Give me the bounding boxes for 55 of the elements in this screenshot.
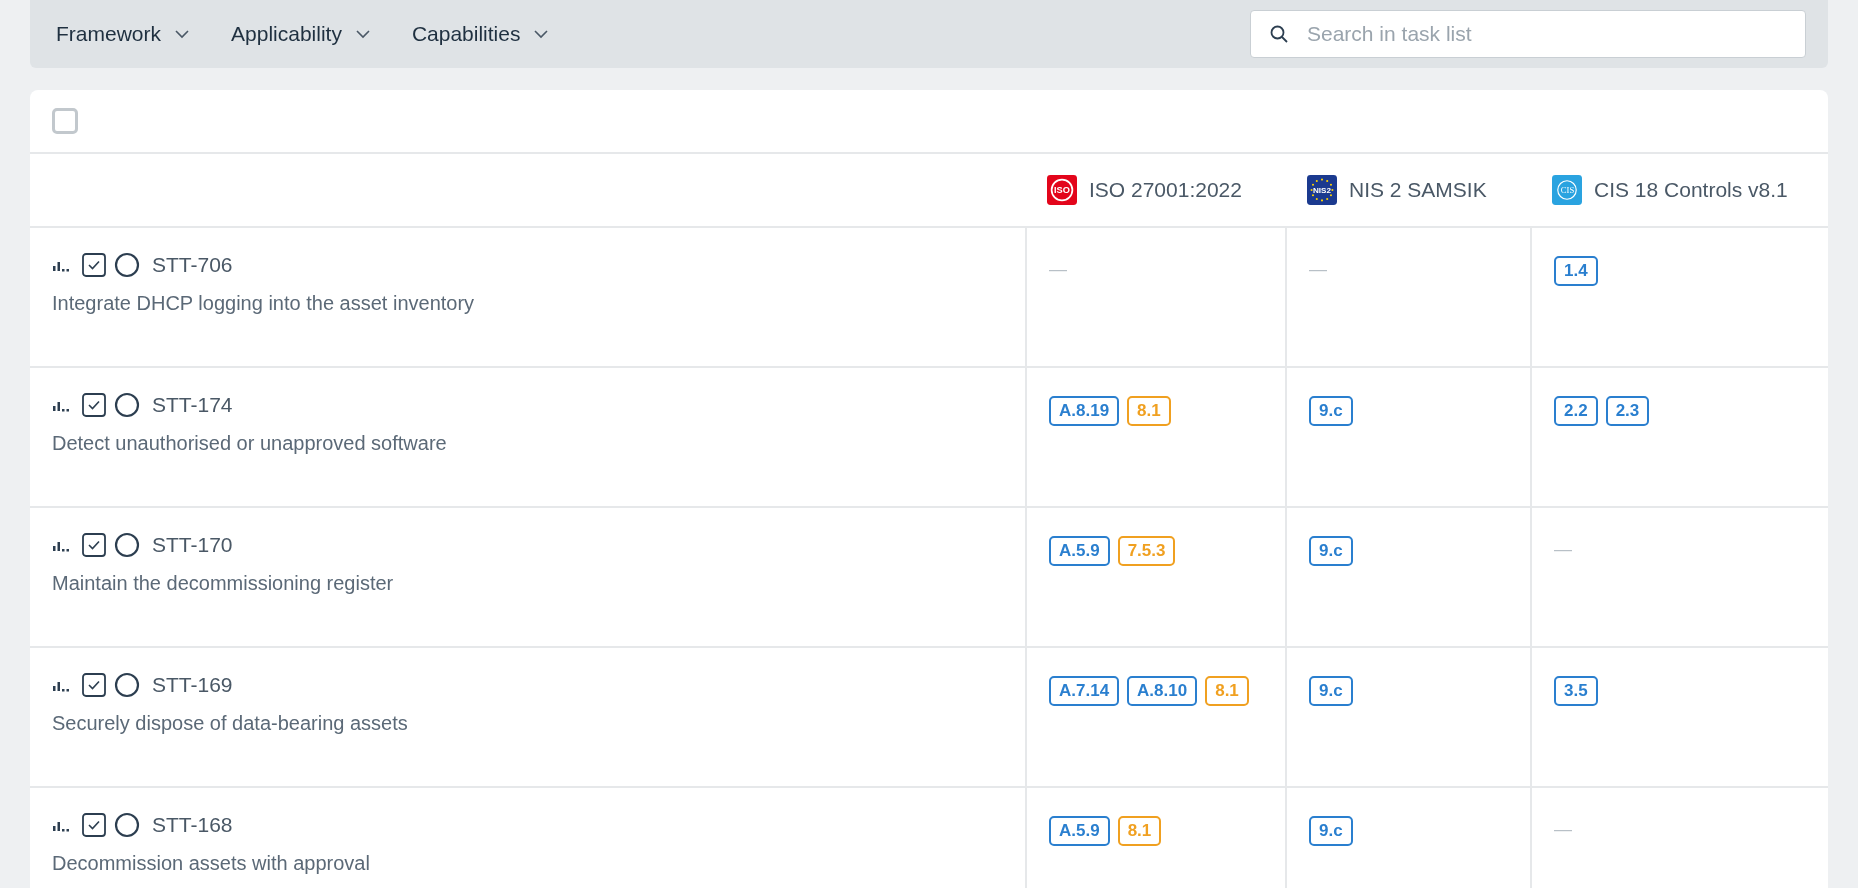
task-title: Integrate DHCP logging into the asset inventory (52, 292, 476, 315)
caret-icon (355, 29, 370, 39)
control-tag[interactable]: 7.5.3 (1117, 536, 1176, 566)
control-tag[interactable]: 9.c (1309, 396, 1353, 426)
empty-dash: — (1554, 818, 1572, 840)
status-circle-icon (114, 532, 140, 558)
empty-dash: — (1309, 258, 1327, 280)
task-id[interactable]: STT-168 (152, 813, 233, 837)
control-tag[interactable]: A.8.10 (1127, 676, 1198, 706)
task-title: Maintain the decommissioning register (52, 572, 395, 595)
search-field[interactable]: Search in task list (1250, 10, 1806, 58)
control-tag[interactable]: A.7.14 (1049, 676, 1120, 706)
status-circle-icon (114, 252, 140, 278)
task-checkbox-icon (82, 673, 106, 697)
filter-dropdown[interactable]: Framework (56, 18, 189, 50)
iso-logo-icon: ISO (1047, 175, 1077, 205)
control-tag[interactable]: 8.1 (1127, 396, 1171, 426)
empty-dash: — (1554, 538, 1572, 560)
task-checkbox-icon (82, 253, 106, 277)
column-header: ISO 27001:2022 (1089, 178, 1242, 202)
task-title: Detect unauthorised or unapproved software (52, 432, 448, 455)
status-circle-icon (114, 672, 140, 698)
control-tag[interactable]: 1.4 (1554, 256, 1598, 286)
control-tag[interactable]: 2.3 (1605, 396, 1650, 426)
task-title: Securely dispose of data-bearing assets (52, 712, 409, 735)
task-id[interactable]: STT-170 (152, 533, 233, 557)
filter-dropdown[interactable]: Capabilities (411, 18, 549, 50)
task-id[interactable]: STT-174 (152, 393, 233, 417)
task-id[interactable]: STT-169 (152, 673, 233, 697)
control-tag[interactable]: A.5.9 (1049, 536, 1110, 566)
control-tag[interactable]: 8.1 (1205, 676, 1249, 706)
status-circle-icon (114, 812, 140, 838)
control-tag[interactable]: A.5.9 (1049, 816, 1110, 846)
column-header: NIS 2 SAMSIK (1349, 178, 1487, 202)
control-tag[interactable]: 9.c (1309, 816, 1353, 846)
column-header: CIS 18 Controls v8.1 (1594, 178, 1788, 202)
control-tag[interactable]: 8.1 (1117, 816, 1162, 846)
task-checkbox-icon (82, 393, 106, 417)
filter-dropdown[interactable]: Applicability (231, 18, 370, 50)
task-checkbox-icon (82, 813, 106, 837)
caret-icon (175, 29, 189, 39)
control-tag[interactable]: A.8.19 (1049, 396, 1120, 426)
control-tag[interactable]: 9.c (1309, 676, 1353, 706)
control-tag[interactable]: 2.2 (1554, 396, 1598, 426)
caret-icon (534, 29, 549, 39)
task-checkbox-icon (82, 533, 106, 557)
task-id[interactable]: STT-706 (152, 253, 233, 277)
control-tag[interactable]: 3.5 (1554, 676, 1598, 706)
select-all-checkbox[interactable] (52, 108, 78, 134)
eu-flag-logo-icon: NIS2 (1307, 175, 1337, 205)
control-tag[interactable]: 9.c (1309, 536, 1353, 566)
status-circle-icon (114, 392, 140, 418)
empty-dash: — (1049, 258, 1067, 280)
task-title: Decommission assets with approval (52, 852, 371, 875)
cis-logo-icon: CIS (1552, 175, 1582, 205)
